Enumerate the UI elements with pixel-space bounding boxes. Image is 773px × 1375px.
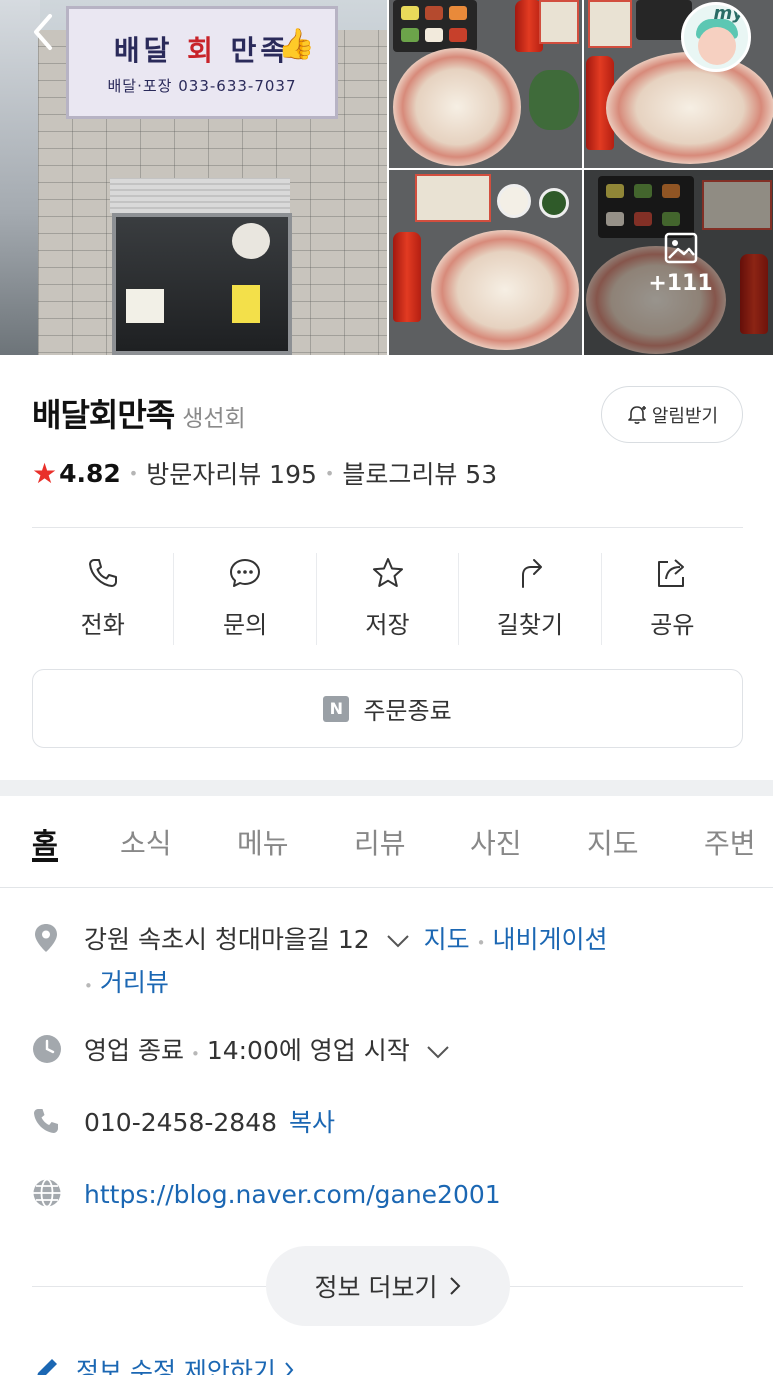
food-photo-3[interactable] [389, 170, 582, 355]
sign-title: 배달 회 만족 [113, 34, 291, 67]
blog-reviews-link[interactable]: 블로그리뷰 53 [342, 455, 497, 491]
tab-menu[interactable]: 메뉴 [237, 796, 289, 862]
business-hours: 14:00에 영업 시작 [206, 1036, 410, 1065]
directions-label: 길찾기 [496, 611, 564, 639]
place-name: 배달회만족 [32, 396, 175, 434]
save-button[interactable]: 저장 [317, 553, 460, 645]
tab-map[interactable]: 지도 [587, 796, 639, 862]
rating-score: 4.82 [59, 458, 121, 488]
address-row: 강원 속초시 청대마을길 12 지도 • 내비게이션 • 거리뷰 [32, 920, 743, 1006]
door [112, 213, 292, 355]
tab-home[interactable]: 홈 [32, 796, 58, 862]
naver-n-icon: N [323, 695, 350, 722]
shutter [110, 178, 290, 213]
visitor-reviews-link[interactable]: 방문자리뷰 195 [146, 455, 317, 491]
directions-icon [521, 559, 542, 588]
call-button[interactable]: 전화 [32, 553, 175, 645]
pencil-icon [37, 1359, 57, 1375]
photo-gallery: 배달 회 만족 배달·포장 033-633-7037 👍 my +111 [0, 0, 773, 355]
thumbs-up-icon: 👍 [277, 27, 315, 62]
map-link[interactable]: 지도 [424, 925, 470, 954]
place-category: 생선회 [182, 406, 246, 432]
chevron-right-icon [450, 1277, 461, 1295]
food-photo-2[interactable]: my [584, 0, 773, 168]
clock-icon [33, 1035, 61, 1063]
star-icon [372, 558, 403, 587]
store-sign: 배달 회 만족 배달·포장 033-633-7037 👍 [66, 6, 338, 119]
storefront-photo[interactable]: 배달 회 만족 배달·포장 033-633-7037 👍 [0, 0, 387, 355]
photo-grid: my +111 [387, 0, 773, 355]
chat-icon [230, 559, 261, 587]
notification-button[interactable]: 알림받기 [601, 386, 743, 443]
food-photo-1[interactable] [389, 0, 582, 168]
notification-label: 알림받기 [651, 405, 719, 427]
food-photo-4[interactable]: +111 [584, 170, 773, 355]
back-icon[interactable] [26, 10, 66, 54]
more-info-button[interactable]: 정보 더보기 [266, 1246, 510, 1326]
suggest-edit-label: 정보 수정 제안하기 [76, 1357, 276, 1375]
save-label: 저장 [365, 611, 410, 639]
inquiry-button[interactable]: 문의 [174, 553, 317, 645]
phone-icon [88, 559, 117, 587]
share-label: 공유 [650, 611, 695, 639]
sign-subtitle: 배달·포장 033-633-7037 [107, 77, 297, 95]
address-text: 강원 속초시 청대마을길 12 [84, 925, 370, 954]
globe-icon [33, 1178, 61, 1208]
tab-bar: 홈 소식 메뉴 리뷰 사진 지도 주변 [0, 796, 773, 888]
action-bar: 전화 문의 저장 길찾기 공유 [32, 553, 743, 645]
tab-nearby[interactable]: 주변 [704, 796, 756, 862]
share-icon [658, 559, 685, 587]
hours-row: 영업 종료 • 14:00에 영업 시작 [32, 1031, 743, 1074]
tab-news[interactable]: 소식 [120, 796, 172, 862]
copy-phone-link[interactable]: 복사 [289, 1108, 335, 1137]
call-label: 전화 [80, 611, 125, 639]
rating-row: ★ 4.82 • 방문자리뷰 195 • 블로그리뷰 53 [32, 455, 498, 491]
chevron-down-icon[interactable] [386, 934, 410, 948]
more-info-label: 정보 더보기 [314, 1273, 438, 1302]
place-header: 배달회만족 생선회 알림받기 [32, 386, 743, 443]
more-photos-count: +111 [648, 271, 713, 296]
bell-icon [628, 405, 646, 424]
directions-button[interactable]: 길찾기 [459, 553, 602, 645]
phone-row: 010-2458-2848 복사 [32, 1103, 743, 1143]
suggest-edit-link[interactable]: 정보 수정 제안하기 [32, 1352, 294, 1375]
chevron-right-icon [285, 1362, 294, 1375]
chevron-down-icon[interactable] [426, 1045, 450, 1059]
navigation-link[interactable]: 내비게이션 [492, 925, 607, 954]
website-link[interactable]: https://blog.naver.com/gane2001 [84, 1180, 501, 1209]
share-button[interactable]: 공유 [602, 553, 743, 645]
website-row: https://blog.naver.com/gane2001 [32, 1175, 743, 1215]
inquiry-label: 문의 [223, 611, 268, 639]
my-profile-avatar[interactable]: my [681, 2, 751, 72]
image-icon [664, 232, 697, 264]
business-status: 영업 종료 [84, 1036, 184, 1065]
tab-reviews[interactable]: 리뷰 [354, 796, 406, 862]
order-button[interactable]: N 주문종료 [32, 669, 743, 748]
more-photos-overlay[interactable]: +111 [584, 170, 773, 355]
location-pin-icon [35, 924, 57, 952]
phone-icon [34, 1109, 58, 1133]
section-separator [0, 780, 773, 796]
order-status-label: 주문종료 [363, 697, 452, 725]
phone-number: 010-2458-2848 [84, 1108, 278, 1137]
tab-photos[interactable]: 사진 [470, 796, 522, 862]
divider [32, 527, 743, 528]
rating-star-icon: ★ [32, 456, 58, 490]
street-view-link[interactable]: 거리뷰 [100, 968, 169, 997]
